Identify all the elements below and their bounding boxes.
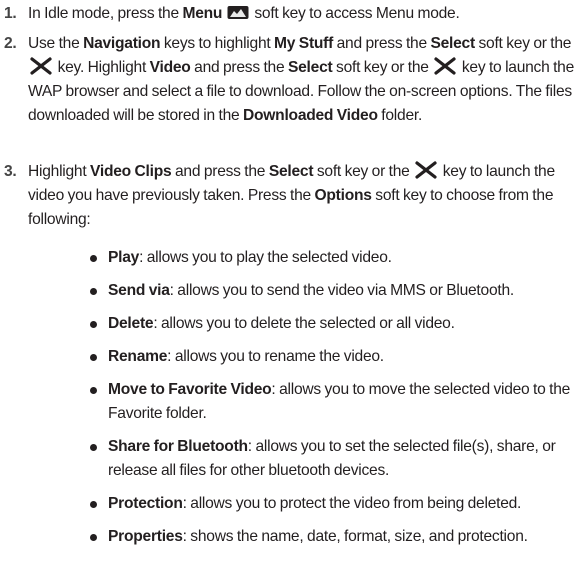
option-term: Play xyxy=(108,249,140,266)
list-item: Play: allows you to play the selected vi… xyxy=(88,246,588,270)
step-text: In Idle mode, press the Menu soft key to… xyxy=(28,5,460,22)
options-keyword: Options xyxy=(314,187,372,204)
option-term: Move to Favorite Video xyxy=(108,381,272,398)
option-description: : shows the name, date, format, size, an… xyxy=(182,528,528,545)
bullet-icon xyxy=(90,354,97,361)
option-term: Properties xyxy=(108,528,183,545)
option-term: Protection xyxy=(108,495,183,512)
option-description: : allows you to delete the selected or a… xyxy=(153,315,455,332)
video-keyword: Video xyxy=(149,59,191,76)
option-description: : allows you to send the video via MMS o… xyxy=(169,282,515,299)
step-1: 1. In Idle mode, press the Menu soft key… xyxy=(0,2,583,26)
bullet-icon xyxy=(90,321,97,328)
select-keyword: Select xyxy=(430,35,475,52)
manual-page: 1. In Idle mode, press the Menu soft key… xyxy=(0,0,588,562)
select-key-icon xyxy=(434,57,456,75)
option-description: : allows you to protect the video from b… xyxy=(182,495,522,512)
step-number: 2. xyxy=(4,35,17,52)
bullet-icon xyxy=(90,255,97,262)
select-key-icon xyxy=(30,57,52,75)
step-text: Highlight Video Clips and press the Sele… xyxy=(28,161,555,228)
option-description: : allows you to play the selected video. xyxy=(139,249,392,266)
list-item: Properties: shows the name, date, format… xyxy=(88,525,588,549)
step-2: 2. Use the Navigation keys to highlight … xyxy=(0,32,583,128)
menu-keyword: Menu xyxy=(182,5,223,22)
select-keyword: Select xyxy=(268,163,314,180)
step-number: 1. xyxy=(4,5,17,22)
downloaded-video-keyword: Downloaded Video xyxy=(243,107,378,124)
list-item: Share for Bluetooth: allows you to set t… xyxy=(88,435,588,483)
list-item: Send via: allows you to send the video v… xyxy=(88,279,588,303)
navigation-keyword: Navigation xyxy=(83,35,161,52)
option-term: Delete xyxy=(108,315,154,332)
bullet-icon xyxy=(90,288,97,295)
list-item: Move to Favorite Video: allows you to mo… xyxy=(88,378,588,426)
option-term: Share for Bluetooth xyxy=(108,438,248,455)
list-item: Delete: allows you to delete the selecte… xyxy=(88,312,588,336)
select-keyword: Select xyxy=(287,59,333,76)
menu-softkey-icon xyxy=(227,6,249,19)
bullet-icon xyxy=(90,501,97,508)
option-description: : allows you to rename the video. xyxy=(167,348,384,365)
list-item: Protection: allows you to protect the vi… xyxy=(88,492,588,516)
bullet-icon xyxy=(90,534,97,541)
step-number: 3. xyxy=(4,163,17,180)
bullet-icon xyxy=(90,444,97,451)
my-stuff-keyword: My Stuff xyxy=(274,35,334,52)
list-item: Rename: allows you to rename the video. xyxy=(88,345,588,369)
option-term: Rename xyxy=(108,348,168,365)
bullet-icon xyxy=(90,387,97,394)
step-text: Use the Navigation keys to highlight My … xyxy=(28,35,575,124)
video-clips-keyword: Video Clips xyxy=(90,163,172,180)
option-term: Send via xyxy=(108,282,170,299)
step-3: 3. Highlight Video Clips and press the S… xyxy=(0,160,583,232)
select-key-icon xyxy=(415,161,437,179)
